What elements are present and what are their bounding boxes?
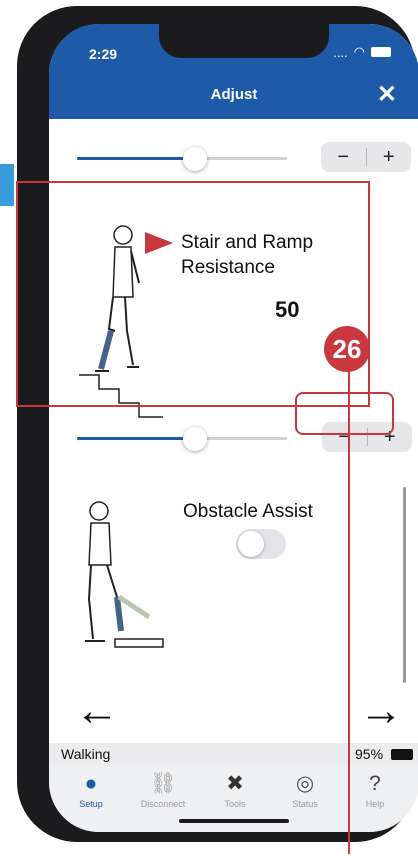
signal-icon: .... xyxy=(333,44,348,60)
page-title: Adjust xyxy=(210,86,258,103)
app-header: 2:29 .... ◠ Adjust ✕ xyxy=(49,24,418,119)
top-slider[interactable] xyxy=(77,147,287,171)
tools-icon: ✖ xyxy=(226,772,244,795)
stair-ramp-slider-fill xyxy=(77,437,195,440)
obstacle-assist-label: Obstacle Assist xyxy=(183,501,313,522)
tab-tools-label: Tools xyxy=(224,799,246,809)
close-button[interactable]: ✕ xyxy=(377,80,397,109)
callout-badge: 26 xyxy=(324,326,370,372)
battery-percent: 95% xyxy=(355,746,384,762)
stepper-highlight-box xyxy=(295,392,394,435)
tab-tools[interactable]: ✖ Tools xyxy=(207,769,263,809)
top-stepper: − + xyxy=(321,142,411,172)
back-arrow-button[interactable]: ← xyxy=(75,689,119,733)
tab-setup-label: Setup xyxy=(79,799,103,809)
tab-status[interactable]: ◎ Status xyxy=(277,769,333,809)
tab-disconnect-label: Disconnect xyxy=(140,799,186,809)
side-tab xyxy=(0,164,14,206)
tab-bar: ● Setup ⛓ Disconnect ✖ Tools ◎ Status ? … xyxy=(49,765,418,832)
notch xyxy=(159,24,329,58)
top-slider-fill xyxy=(77,157,195,160)
callout-line xyxy=(348,362,350,854)
help-icon: ? xyxy=(369,772,381,795)
highlight-box xyxy=(16,181,370,407)
stair-ramp-slider[interactable] xyxy=(77,427,287,451)
tab-disconnect[interactable]: ⛓ Disconnect xyxy=(135,769,191,809)
wifi-icon: ◠ xyxy=(353,44,365,59)
user-gear-icon: ● xyxy=(84,772,98,795)
toggle-knob xyxy=(238,531,264,557)
walking-mode-label: Walking xyxy=(61,746,111,762)
forward-arrow-button[interactable]: → xyxy=(359,689,403,733)
status-time: 2:29 xyxy=(89,46,118,62)
battery-level-icon xyxy=(391,749,413,760)
home-indicator xyxy=(179,819,289,823)
battery-icon xyxy=(371,47,391,57)
mode-status-bar: Walking 95% xyxy=(49,743,418,765)
tab-status-label: Status xyxy=(292,799,318,809)
top-slider-thumb[interactable] xyxy=(183,147,207,171)
tab-help-label: Help xyxy=(365,799,385,809)
scroll-indicator xyxy=(403,487,406,683)
top-minus-button[interactable]: − xyxy=(321,146,366,169)
status-icons: .... ◠ xyxy=(333,44,391,60)
obstacle-assist-toggle[interactable] xyxy=(236,529,286,559)
link-broken-icon: ⛓ xyxy=(149,772,177,795)
tab-help[interactable]: ? Help xyxy=(347,769,403,809)
stair-ramp-slider-thumb[interactable] xyxy=(183,427,207,451)
status-icon: ◎ xyxy=(295,772,315,795)
obstacle-walker-illustration xyxy=(85,501,164,648)
tab-setup[interactable]: ● Setup xyxy=(63,769,119,809)
top-plus-button[interactable]: + xyxy=(367,146,412,169)
